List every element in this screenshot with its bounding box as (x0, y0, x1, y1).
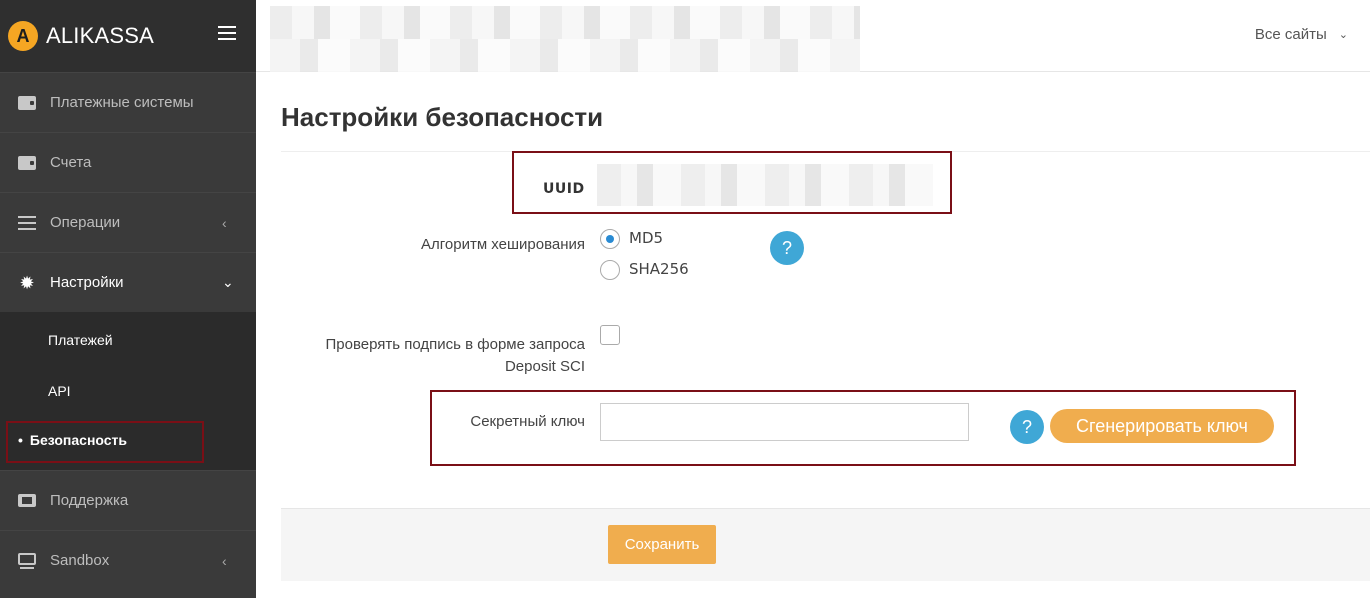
sidebar-item-settings[interactable]: ✹ Настройки ⌄ (0, 252, 256, 312)
monitor-icon (18, 552, 36, 570)
secret-key-label: Секретный ключ (470, 413, 585, 430)
radio-sha256[interactable] (600, 260, 620, 280)
verify-signature-label-line1: Проверять подпись в форме запроса (325, 336, 585, 353)
hash-algorithm-label: Алгоритм хеширования (420, 236, 585, 253)
radio-md5-label: MD5 (629, 229, 664, 247)
wallet-icon (18, 94, 36, 112)
chevron-down-icon: ⌄ (222, 274, 234, 290)
sidebar-item-label: Поддержка (50, 492, 129, 509)
brand-name: ALIKASSA (46, 23, 154, 48)
submenu-item-payments[interactable]: Платежей (48, 332, 113, 348)
generate-key-button[interactable]: Сгенерировать ключ (1050, 409, 1274, 443)
verify-signature-label: Проверять подпись в форме запроса Deposi… (290, 334, 585, 378)
help-icon[interactable]: ? (770, 231, 804, 265)
submenu-item-api[interactable]: API (48, 383, 71, 399)
ticket-icon (18, 492, 36, 510)
uuid-label: UUID (543, 181, 585, 197)
sidebar-item-label: Счета (50, 154, 92, 171)
form-footer (281, 508, 1370, 581)
chevron-down-icon: ⌄ (1338, 29, 1348, 41)
top-header: Все сайты ⌄ (256, 0, 1370, 72)
verify-signature-label-line2: Deposit SCI (504, 358, 585, 375)
sidebar-item-accounts[interactable]: Счета (0, 132, 256, 192)
list-icon (18, 214, 36, 232)
radio-md5[interactable] (600, 229, 620, 249)
sidebar-item-payment-systems[interactable]: Платежные системы (0, 72, 256, 132)
chevron-left-icon: ‹ (222, 214, 227, 231)
sidebar-item-label: Платежные системы (50, 94, 194, 111)
hamburger-menu-icon[interactable] (218, 26, 236, 40)
chevron-left-icon: ‹ (222, 552, 227, 569)
save-button[interactable]: Сохранить (608, 525, 716, 564)
sites-dropdown[interactable]: Все сайты ⌄ (1255, 26, 1348, 43)
help-icon[interactable]: ? (1010, 410, 1044, 444)
radio-sha256-label: SHA256 (629, 260, 689, 278)
verify-signature-checkbox[interactable] (600, 325, 620, 345)
sidebar-item-label: Настройки (50, 274, 124, 291)
sidebar-item-sandbox[interactable]: Sandbox ‹ (0, 530, 256, 590)
highlight-box (6, 421, 204, 463)
brand[interactable]: A ALIKASSA (0, 0, 256, 72)
sidebar-item-label: Sandbox (50, 552, 110, 569)
sidebar-item-label: Операции (50, 214, 121, 231)
uuid-value-redacted (597, 164, 933, 206)
sidebar-item-support[interactable]: Поддержка (0, 470, 256, 530)
logo-icon: A (8, 21, 38, 51)
gear-icon: ✹ (19, 272, 35, 293)
sidebar: A ALIKASSA Платежные системы Счета Опера… (0, 0, 256, 598)
secret-key-input[interactable] (600, 403, 969, 441)
sites-dropdown-label: Все сайты (1254, 26, 1327, 43)
wallet-icon (18, 154, 36, 172)
redacted-area (270, 6, 860, 72)
page-title: Настройки безопасности (281, 102, 604, 132)
sidebar-item-operations[interactable]: Операции ‹ (0, 192, 256, 252)
